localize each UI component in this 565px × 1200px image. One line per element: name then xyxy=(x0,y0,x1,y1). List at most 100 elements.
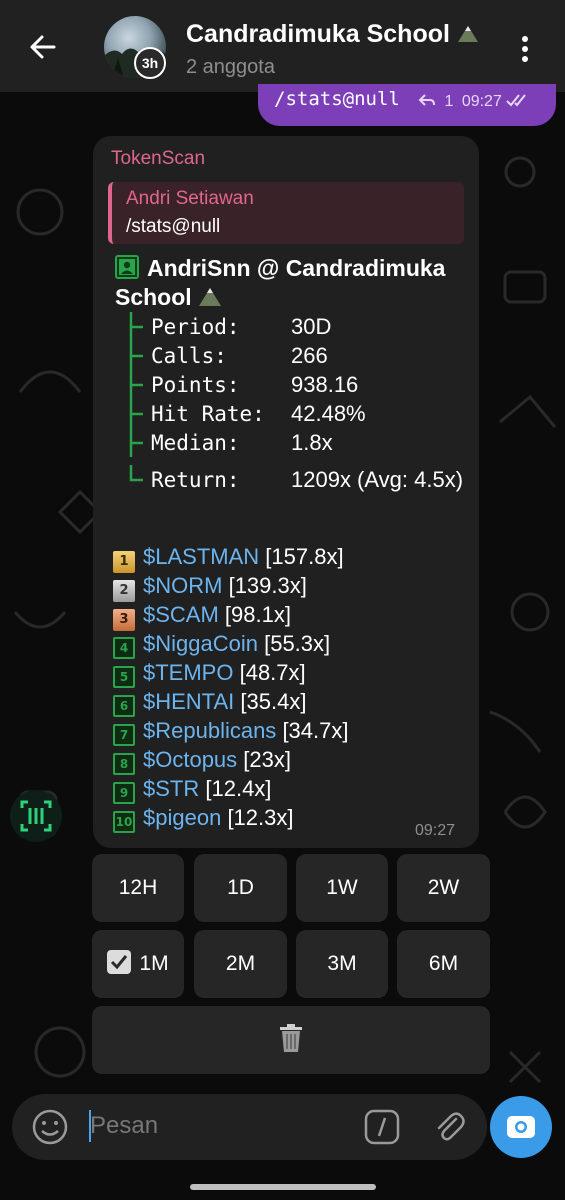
token-multiplier: [12.4x] xyxy=(205,776,272,801)
leaderboard-row: 2 $NORM [139.3x] xyxy=(113,571,348,602)
message-input[interactable]: Pesan xyxy=(90,1112,158,1140)
leaderboard-row: 1 $LASTMAN [157.8x] xyxy=(113,542,348,573)
leaderboard-row: 9 $STR [12.4x] xyxy=(113,774,348,804)
leaderboard-row: 7 $Republicans [34.7x] xyxy=(113,716,348,746)
button-label: 3M xyxy=(327,952,357,975)
token-multiplier: [23x] xyxy=(243,747,291,772)
rank-10-badge: 10 xyxy=(113,811,135,833)
return-value: 1209x (Avg: 4.5x) xyxy=(291,467,464,492)
leaderboard-row: 8 $Octopus [23x] xyxy=(113,745,348,775)
chat-header: 3h Candradimuka School 2 anggota xyxy=(0,0,565,92)
bot-avatar[interactable] xyxy=(10,790,62,842)
token-leaderboard: 1 $LASTMAN [157.8x] 2 $NORM [139.3x] 3 $SCA… xyxy=(113,542,348,833)
rank-9-badge: 9 xyxy=(113,782,135,804)
emoji-icon[interactable] xyxy=(30,1107,70,1147)
stat-row-median: Median: 1.8x xyxy=(115,428,366,457)
checkmark-icon xyxy=(107,950,132,974)
rank-7-badge: 7 xyxy=(113,724,135,746)
incoming-time: 09:27 xyxy=(415,822,456,839)
token-link[interactable]: $Octopus xyxy=(143,747,237,772)
timeframe-1w-button[interactable]: 1W xyxy=(296,854,388,922)
camera-icon xyxy=(507,1116,535,1138)
token-multiplier: [48.7x] xyxy=(239,660,306,685)
bot-command-icon[interactable] xyxy=(364,1109,400,1145)
button-label: 1W xyxy=(326,876,358,899)
stat-label: Points: xyxy=(151,373,240,397)
token-link[interactable]: $STR xyxy=(143,776,199,801)
stat-value: 42.48% xyxy=(291,401,366,426)
stat-label: Return: xyxy=(151,468,240,492)
timeframe-3m-button[interactable]: 3M xyxy=(296,930,388,998)
outgoing-message[interactable]: /stats@null 1 09:27 xyxy=(258,84,556,126)
rank-6-badge: 6 xyxy=(113,695,135,717)
attach-icon[interactable] xyxy=(432,1109,468,1145)
reply-count: 1 xyxy=(444,93,454,110)
token-link[interactable]: $NiggaCoin xyxy=(143,631,258,656)
button-label: 1D xyxy=(227,876,254,899)
rank-8-badge: 8 xyxy=(113,753,135,775)
leaderboard-row: 10 $pigeon [12.3x] xyxy=(113,803,348,833)
home-indicator xyxy=(190,1184,376,1190)
timeframe-12h-button[interactable]: 12H xyxy=(92,854,184,922)
stat-value: 1.8x xyxy=(291,430,333,455)
tree-branch-end xyxy=(115,465,151,494)
story-time-badge: 3h xyxy=(134,47,166,79)
stat-label: Period: xyxy=(151,315,240,339)
timeframe-6m-button[interactable]: 6M xyxy=(397,930,490,998)
member-count: 2 anggota xyxy=(186,56,275,78)
token-link[interactable]: $HENTAI xyxy=(143,689,234,714)
leaderboard-row: 4 $NiggaCoin [55.3x] xyxy=(113,629,348,659)
rank-5-badge: 5 xyxy=(113,666,135,688)
bot-name[interactable]: TokenScan xyxy=(111,148,205,170)
stat-value: 30D xyxy=(291,314,332,339)
reply-quote-text: /stats@null xyxy=(126,216,221,237)
token-link[interactable]: $TEMPO xyxy=(143,660,233,685)
token-multiplier: [139.3x] xyxy=(228,573,307,598)
stat-row-period: Period: 30D xyxy=(115,312,366,341)
tree-branch xyxy=(115,399,151,428)
more-options-icon[interactable] xyxy=(515,34,535,64)
reply-quote-name: Andri Setiawan xyxy=(126,188,254,209)
reply-quote[interactable]: Andri Setiawan /stats@null xyxy=(108,182,464,244)
timeframe-1m-button[interactable]: 1M xyxy=(92,930,184,998)
scan-icon xyxy=(20,800,52,832)
timeframe-2m-button[interactable]: 2M xyxy=(194,930,287,998)
trash-icon xyxy=(280,1024,302,1052)
delete-button[interactable] xyxy=(92,1006,490,1074)
stat-row-hit-rate: Hit Rate: 42.48% xyxy=(115,399,366,428)
incoming-message[interactable]: TokenScan Andri Setiawan /stats@null And… xyxy=(93,136,479,848)
stat-row-return: Return: 1209x (Avg: 4.5x) xyxy=(115,465,465,495)
rank-4-badge: 4 xyxy=(113,637,135,659)
outgoing-time: 09:27 xyxy=(461,93,502,110)
back-arrow-icon[interactable] xyxy=(28,32,58,62)
leaderboard-row: 3 $SCAM [98.1x] xyxy=(113,600,348,631)
outgoing-message-meta: 1 09:27 xyxy=(418,93,532,111)
user-card-icon xyxy=(115,255,139,279)
token-link[interactable]: $SCAM xyxy=(143,602,219,627)
timeframe-2w-button[interactable]: 2W xyxy=(397,854,490,922)
token-link[interactable]: $LASTMAN xyxy=(143,544,259,569)
tree-branch xyxy=(115,370,151,399)
timeframe-1d-button[interactable]: 1D xyxy=(194,854,287,922)
token-multiplier: [157.8x] xyxy=(265,544,344,569)
tree-branch xyxy=(115,341,151,370)
stat-label: Median: xyxy=(151,431,240,455)
tree-branch xyxy=(115,428,151,457)
token-multiplier: [12.3x] xyxy=(227,805,294,830)
chat-title[interactable]: Candradimuka School xyxy=(186,20,479,49)
stat-row-calls: Calls: 266 xyxy=(115,341,366,370)
button-label: 2M xyxy=(225,952,256,975)
stat-value: 938.16 xyxy=(291,372,359,397)
button-label: 1M xyxy=(139,952,169,975)
stats-list: Period: 30D Calls: 266 Points: 938.16 Hit R… xyxy=(115,312,366,457)
token-link[interactable]: $NORM xyxy=(143,573,222,598)
mountain-emoji-icon xyxy=(457,26,478,42)
camera-button[interactable] xyxy=(490,1096,552,1158)
button-label: 6M xyxy=(428,952,459,975)
leaderboard-row: 5 $TEMPO [48.7x] xyxy=(113,658,348,688)
message-input-bar: Pesan xyxy=(12,1094,487,1160)
rank-3-badge: 3 xyxy=(113,609,135,631)
mountain-emoji-icon xyxy=(199,288,222,306)
token-link[interactable]: $pigeon xyxy=(143,805,221,830)
token-link[interactable]: $Republicans xyxy=(143,718,276,743)
